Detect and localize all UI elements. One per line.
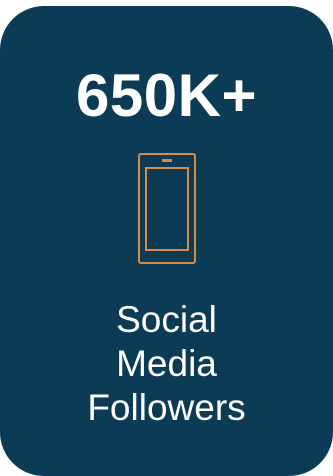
stat-label-line-2: Media bbox=[116, 343, 217, 384]
smartphone-icon bbox=[138, 153, 196, 264]
stat-value: 650K+ bbox=[76, 62, 257, 129]
stat-label-line-3: Followers bbox=[87, 387, 246, 428]
stat-card: 650K+ Social Media Followers bbox=[0, 6, 333, 476]
stat-label-line-1: Social bbox=[116, 299, 217, 340]
stat-label: Social Media Followers bbox=[0, 298, 333, 430]
